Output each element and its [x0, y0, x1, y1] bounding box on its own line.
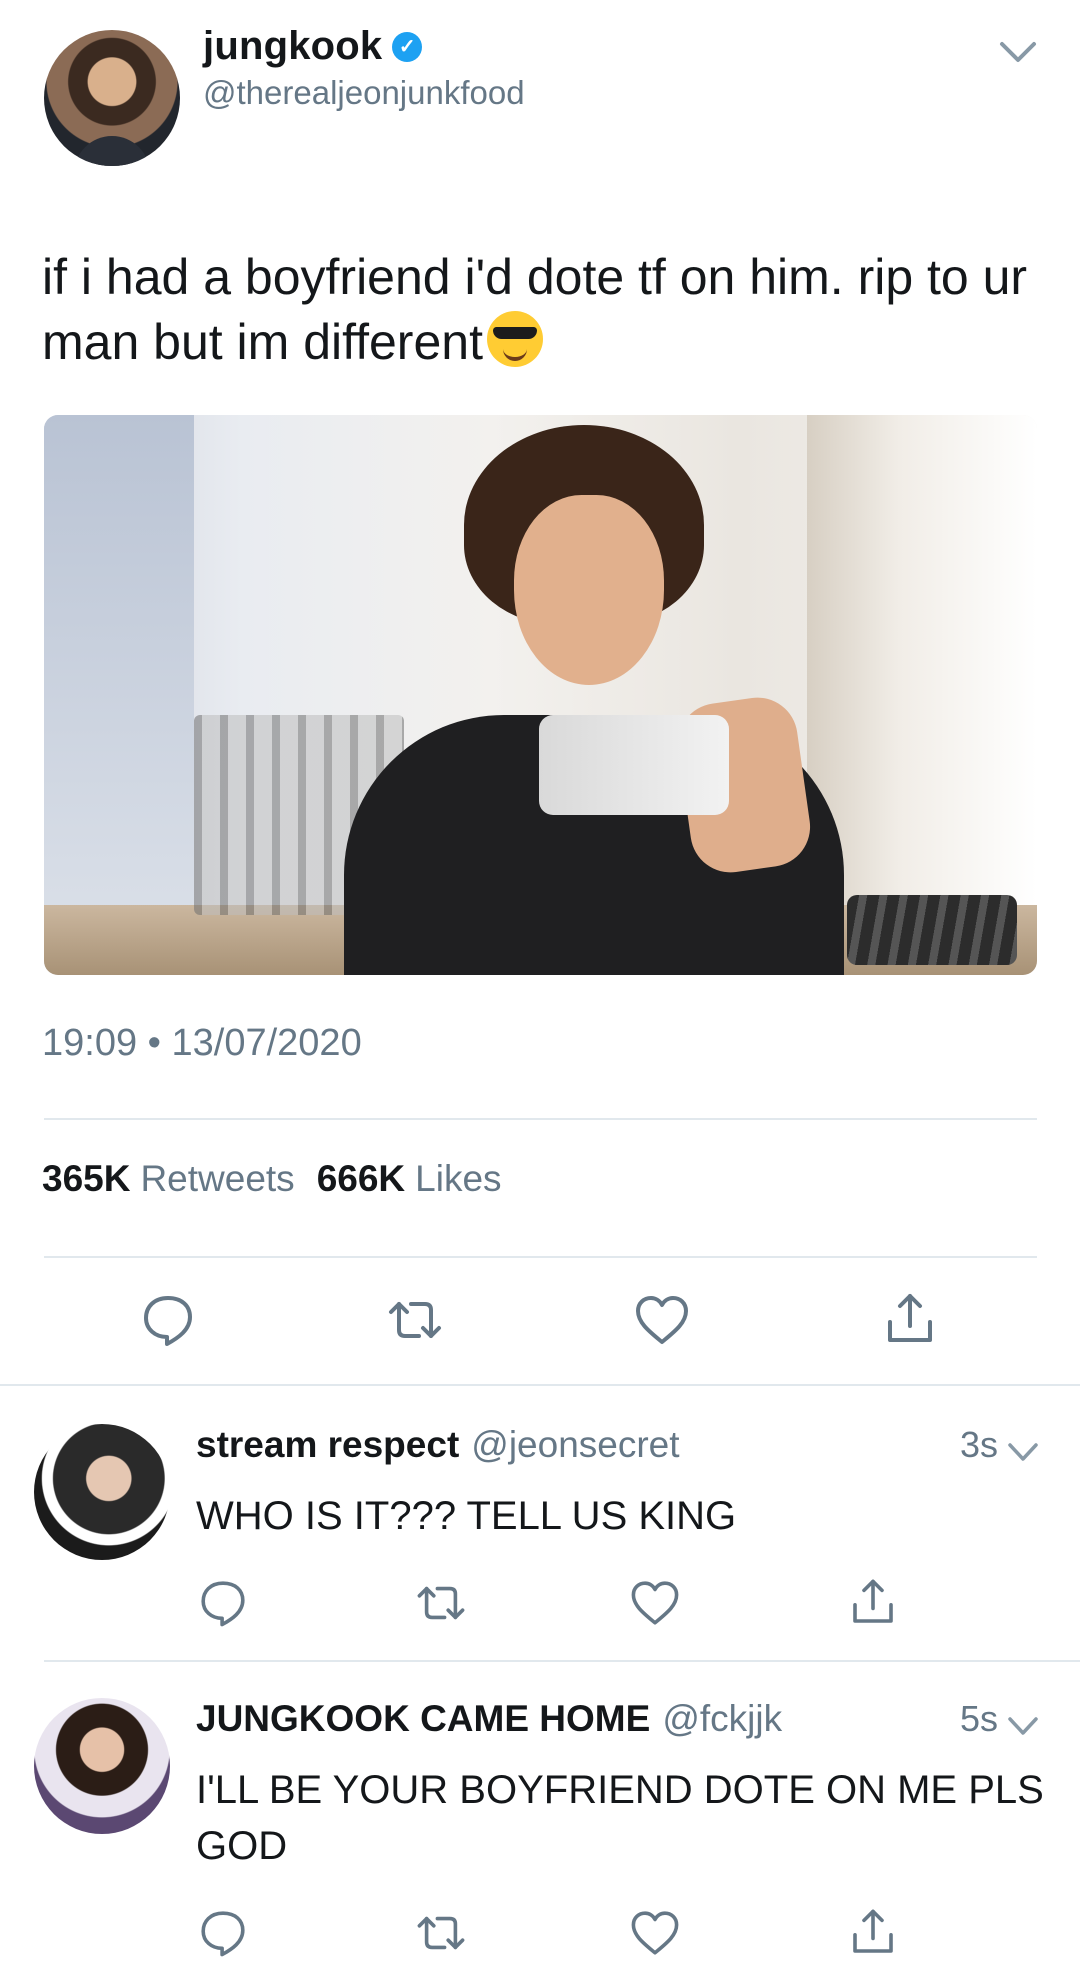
- divider: [44, 1118, 1037, 1120]
- author-avatar[interactable]: [44, 30, 180, 166]
- chevron-down-icon[interactable]: [996, 34, 1040, 70]
- reply-display-name[interactable]: JUNGKOOK CAME HOME: [196, 1698, 650, 1740]
- reply-icon[interactable]: [196, 1576, 250, 1630]
- like-label: Likes: [415, 1158, 502, 1199]
- reply-display-name[interactable]: stream respect: [196, 1424, 459, 1466]
- share-icon[interactable]: [846, 1906, 900, 1960]
- retweet-icon[interactable]: [414, 1906, 468, 1960]
- divider: [0, 1384, 1080, 1386]
- divider: [44, 1256, 1037, 1258]
- reply-avatar[interactable]: [34, 1698, 170, 1834]
- reply-icon[interactable]: [138, 1290, 198, 1350]
- author-name[interactable]: jungkook ✓: [203, 24, 423, 69]
- tweet-text: if i had a boyfriend i'd dote tf on him.…: [42, 245, 1042, 375]
- retweet-icon[interactable]: [385, 1290, 445, 1350]
- reply-handle[interactable]: @fckjjk: [662, 1698, 782, 1740]
- sunglasses-emoji-icon: [486, 311, 543, 367]
- reply-avatar[interactable]: [34, 1424, 170, 1560]
- author-handle[interactable]: @therealjeonjunkfood: [203, 74, 525, 112]
- divider: [44, 1660, 1080, 1662]
- retweet-count: 365K: [42, 1158, 131, 1199]
- share-icon[interactable]: [846, 1576, 900, 1630]
- likes-stat[interactable]: 666K Likes: [317, 1158, 502, 1200]
- chevron-down-icon[interactable]: [1006, 1706, 1040, 1735]
- reply-text: I'LL BE YOUR BOYFRIEND DOTE ON ME PLS GO…: [196, 1768, 1044, 1868]
- share-icon[interactable]: [880, 1290, 940, 1350]
- tweet-timestamp[interactable]: 19:09 • 13/07/2020: [42, 1022, 362, 1065]
- tweet-stats: 365K Retweets 666K Likes: [42, 1158, 502, 1200]
- retweet-icon[interactable]: [414, 1576, 468, 1630]
- retweets-stat[interactable]: 365K Retweets: [42, 1158, 295, 1200]
- reply-actions: [0, 1576, 1080, 1646]
- reply-header: stream respect @jeonsecret: [196, 1424, 680, 1466]
- verified-badge-icon: ✓: [392, 31, 423, 62]
- reply-icon[interactable]: [196, 1906, 250, 1960]
- reply-text: WHO IS IT??? TELL US KING: [196, 1494, 737, 1538]
- retweet-label: Retweets: [140, 1158, 295, 1199]
- reply-header: JUNGKOOK CAME HOME @fckjjk: [196, 1698, 782, 1740]
- reply-meta: 5s: [960, 1698, 1040, 1740]
- tweet-photo[interactable]: [44, 415, 1037, 975]
- tweet-actions: [0, 1290, 1080, 1360]
- like-icon[interactable]: [632, 1290, 692, 1350]
- reply-time: 5s: [959, 1698, 998, 1739]
- reply-meta: 3s: [960, 1424, 1040, 1466]
- chevron-down-icon[interactable]: [1006, 1432, 1040, 1461]
- author-display-name[interactable]: jungkook: [203, 24, 382, 69]
- like-count: 666K: [316, 1158, 406, 1199]
- reply-time: 3s: [959, 1424, 998, 1465]
- reply-actions: [0, 1906, 1080, 1976]
- like-icon[interactable]: [628, 1576, 682, 1630]
- like-icon[interactable]: [628, 1906, 682, 1960]
- reply-handle[interactable]: @jeonsecret: [471, 1424, 679, 1466]
